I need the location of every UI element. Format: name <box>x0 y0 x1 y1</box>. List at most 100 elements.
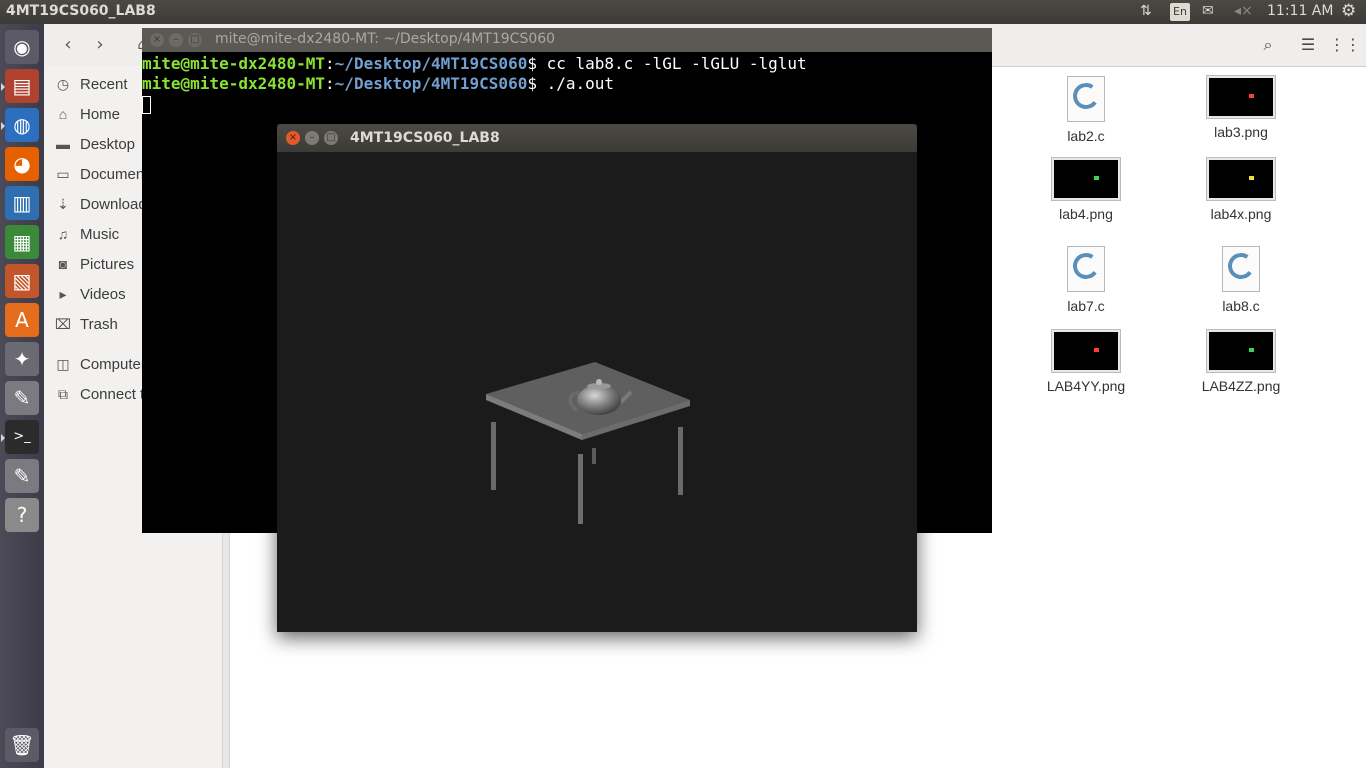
launcher-firefox-icon[interactable]: ◕ <box>5 147 39 181</box>
file-name: lab2.c <box>1067 128 1105 144</box>
image-thumbnail-icon <box>1051 329 1121 373</box>
sidebar-item-label: Recent <box>80 76 128 93</box>
grid-view-icon[interactable]: ⋮⋮ <box>1329 32 1361 58</box>
opengl-titlebar[interactable]: × – □ 4MT19CS060_LAB8 <box>277 124 917 152</box>
launcher-help-icon[interactable]: ? <box>5 498 39 532</box>
command-text: cc lab8.c -lGL -lGLU -lglut <box>546 54 807 73</box>
sidebar-icon: ⇣ <box>57 196 69 212</box>
table-leg <box>491 422 496 490</box>
prompt-user: mite@mite-dx2480-MT <box>142 74 326 93</box>
launcher-text-editor-2-icon[interactable]: ✎ <box>5 459 39 493</box>
launcher-chromium-icon[interactable]: ◍ <box>1 108 39 142</box>
file-name: LAB4ZZ.png <box>1201 378 1281 394</box>
launcher-terminal-icon[interactable]: >_ <box>1 420 39 454</box>
table-leg <box>592 448 596 464</box>
transfer-arrows-icon[interactable]: ⇅ <box>1140 3 1152 19</box>
sidebar-item-recent[interactable]: ◷ Recent <box>54 76 128 93</box>
launcher-files-icon[interactable]: ▤ <box>1 69 39 103</box>
launcher-libreoffice-impress-icon[interactable]: ▧ <box>5 264 39 298</box>
table-leg <box>678 427 683 495</box>
table-leg <box>578 454 583 524</box>
system-gear-icon[interactable]: ⚙ <box>1341 1 1356 21</box>
sidebar-item-computer[interactable]: ◫ Computer <box>54 356 146 373</box>
sidebar-item-home[interactable]: ⌂ Home <box>54 106 120 123</box>
terminal-output[interactable]: mite@mite-dx2480-MT:~/Desktop/4MT19CS060… <box>142 54 807 114</box>
prompt-path: ~/Desktop/4MT19CS060 <box>334 74 528 93</box>
c-source-file-icon <box>1067 76 1105 122</box>
sidebar-icon: ◫ <box>56 356 70 372</box>
launcher-software-center-icon[interactable]: A <box>5 303 39 337</box>
sidebar-item-label: Videos <box>80 286 126 303</box>
sidebar-item-label: Pictures <box>80 256 135 273</box>
prompt-user: mite@mite-dx2480-MT <box>142 54 326 73</box>
mail-icon[interactable]: ✉ <box>1202 3 1214 19</box>
minimize-icon[interactable]: – <box>169 33 183 47</box>
launcher-text-editor-icon[interactable]: ✎ <box>5 381 39 415</box>
launcher: ◉ ▤ ◍ ◕ ▥ ▦ ▧ A ✦ ✎ >_ ✎? 🗑 <box>0 24 45 768</box>
opengl-window-title: 4MT19CS060_LAB8 <box>350 130 500 146</box>
sidebar-item-music[interactable]: ♫ Music <box>54 226 119 243</box>
sidebar-item-label: Computer <box>80 356 146 373</box>
file-item[interactable]: lab8.c <box>1186 246 1296 314</box>
search-icon[interactable]: ⌕ <box>1254 32 1282 58</box>
file-name: lab4.png <box>1059 206 1113 222</box>
c-source-file-icon <box>1222 246 1260 292</box>
file-item[interactable]: lab4x.png <box>1186 157 1296 222</box>
launcher-libreoffice-writer-icon[interactable]: ▥ <box>5 186 39 220</box>
sidebar-item-downloads[interactable]: ⇣ Downloads <box>54 196 154 213</box>
sidebar-icon: ▭ <box>56 166 70 182</box>
back-arrow-icon[interactable]: ‹ <box>54 32 82 58</box>
c-source-file-icon <box>1067 246 1105 292</box>
sidebar-item-pictures[interactable]: ◙ Pictures <box>54 256 134 273</box>
launcher-trash-icon[interactable]: 🗑 <box>5 728 39 762</box>
sidebar-item-videos[interactable]: ▸ Videos <box>54 286 126 303</box>
sidebar-icon: ⌂ <box>58 106 68 122</box>
sidebar-icon: ▸ <box>59 286 67 302</box>
top-panel: 4MT19CS060_LAB8 ⇅ En ✉ ◂× 11:11 AM ⚙ <box>0 0 1366 24</box>
maximize-icon[interactable]: □ <box>324 131 338 145</box>
terminal-title: mite@mite-dx2480-MT: ~/Desktop/4MT19CS06… <box>215 31 556 47</box>
sidebar-item-label: Trash <box>80 316 118 333</box>
sidebar-item-documents[interactable]: ▭ Documents <box>54 166 156 183</box>
file-item[interactable]: lab7.c <box>1031 246 1141 314</box>
forward-arrow-icon[interactable]: › <box>86 32 114 58</box>
keyboard-layout-indicator[interactable]: En <box>1170 3 1190 21</box>
sidebar-icon: ▬ <box>56 136 70 152</box>
sidebar-item-label: Music <box>80 226 120 243</box>
file-name: lab7.c <box>1067 298 1105 314</box>
volume-muted-icon[interactable]: ◂× <box>1234 3 1253 19</box>
file-item[interactable]: LAB4YY.png <box>1031 329 1141 394</box>
terminal-line: mite@mite-dx2480-MT:~/Desktop/4MT19CS060… <box>142 54 807 73</box>
opengl-canvas[interactable] <box>277 152 917 632</box>
opengl-window[interactable]: × – □ 4MT19CS060_LAB8 <box>277 124 917 632</box>
sidebar-item-trash[interactable]: ⌧ Trash <box>54 316 118 333</box>
prompt-path: ~/Desktop/4MT19CS060 <box>334 54 528 73</box>
sidebar-item-desktop[interactable]: ▬ Desktop <box>54 136 135 153</box>
launcher-libreoffice-calc-icon[interactable]: ▦ <box>5 225 39 259</box>
list-view-icon[interactable]: ☰ <box>1294 32 1322 58</box>
sidebar-icon: ⌧ <box>54 316 72 332</box>
close-icon[interactable]: × <box>286 131 300 145</box>
terminal-titlebar[interactable]: × – □ mite@mite-dx2480-MT: ~/Desktop/4MT… <box>142 28 992 52</box>
file-name: LAB4YY.png <box>1046 378 1126 394</box>
launcher-dash-home-icon[interactable]: ◉ <box>5 30 39 64</box>
file-name: lab4x.png <box>1210 206 1272 222</box>
file-item[interactable]: LAB4ZZ.png <box>1186 329 1296 394</box>
file-item[interactable]: lab3.png <box>1186 75 1296 140</box>
sidebar-icon: ⧉ <box>58 386 68 402</box>
image-thumbnail-icon <box>1206 329 1276 373</box>
close-icon[interactable]: × <box>150 33 164 47</box>
clock[interactable]: 11:11 AM <box>1267 3 1333 19</box>
sidebar-icon: ♫ <box>57 226 69 242</box>
image-thumbnail-icon <box>1051 157 1121 201</box>
image-thumbnail-icon <box>1206 157 1276 201</box>
image-thumbnail-icon <box>1206 75 1276 119</box>
command-text: ./a.out <box>546 74 615 93</box>
file-item[interactable]: lab4.png <box>1031 157 1141 222</box>
launcher-system-settings-icon[interactable]: ✦ <box>5 342 39 376</box>
sidebar-icon: ◷ <box>56 76 70 92</box>
minimize-icon[interactable]: – <box>305 131 319 145</box>
file-item[interactable]: lab2.c <box>1031 76 1141 144</box>
maximize-icon[interactable]: □ <box>188 33 202 47</box>
sidebar-item-label: Home <box>80 106 121 123</box>
